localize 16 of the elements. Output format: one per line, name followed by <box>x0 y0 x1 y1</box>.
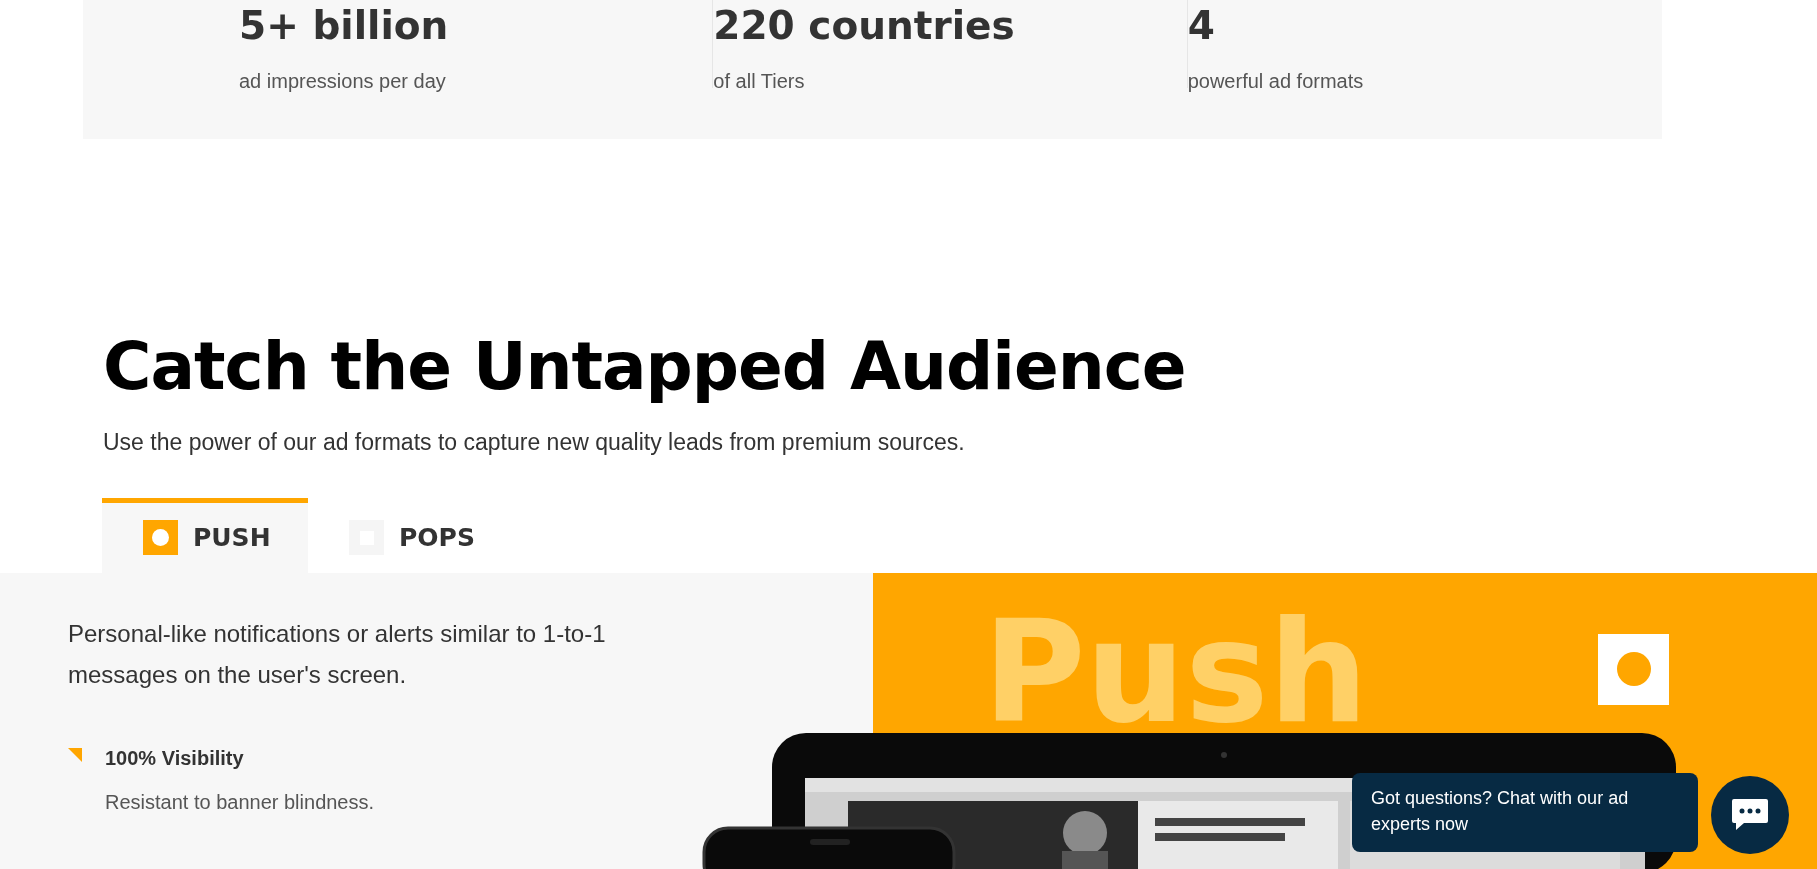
format-description: Personal-like notifications or alerts similar to 1-to-1 messages on the user's screen. <box>68 618 607 690</box>
feature-title: 100% Visibility <box>105 745 245 771</box>
feature-text: Resistant to banner blindness. <box>105 789 375 815</box>
stat-label: ad impressions per day <box>239 69 446 94</box>
format-tab[interactable]: PUSH <box>102 497 308 573</box>
stat-value: 220 countries <box>713 2 1015 50</box>
chat-bubble: Got questions? Chat with our ad experts now <box>1352 772 1698 852</box>
stat-label: of all Tiers <box>713 69 805 94</box>
chat-icon <box>1730 796 1770 833</box>
stat-value: 5+ billion <box>239 2 449 50</box>
stat-value: 4 <box>1187 2 1215 50</box>
banner-word: Push <box>983 602 1369 743</box>
section-subtitle: Use the power of our ad formats to capture new quality leads from premium sources. <box>103 428 965 457</box>
triangle-icon <box>68 747 82 762</box>
section-title: Catch the Untapped Audience <box>103 327 1186 407</box>
stat-label: powerful ad formats <box>1187 69 1364 94</box>
